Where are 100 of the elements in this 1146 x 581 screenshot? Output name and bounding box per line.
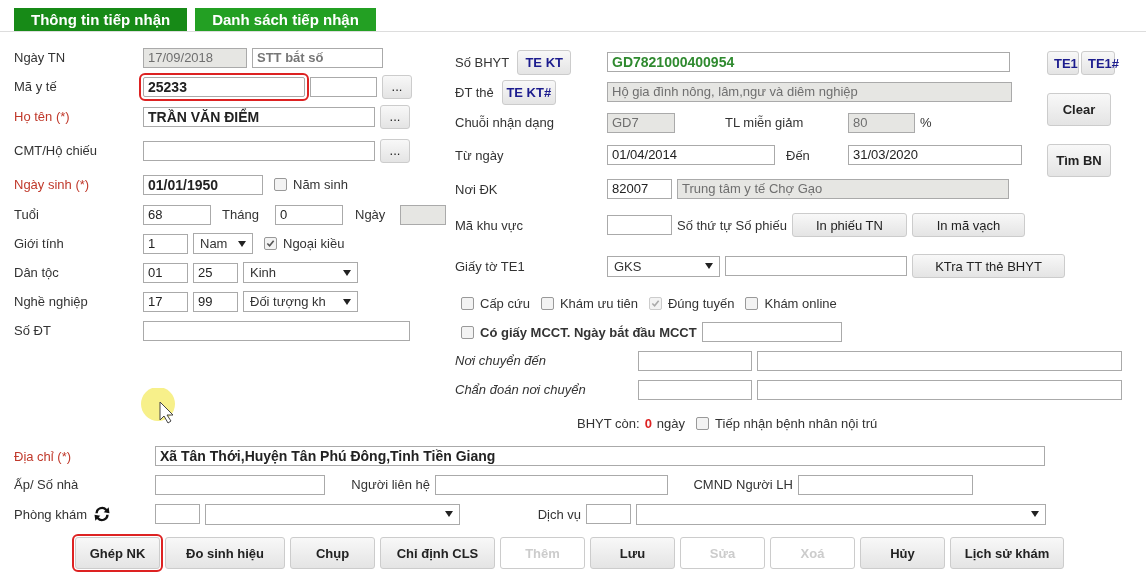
field-label: TL miễn giảm	[724, 115, 805, 130]
input-field[interactable]	[435, 474, 668, 495]
button[interactable]: TE1	[1047, 51, 1079, 75]
field-label: Chuỗi nhận dạng	[455, 115, 555, 130]
select-field[interactable]: Nam	[193, 233, 253, 254]
select-field[interactable]: Kinh	[243, 262, 358, 283]
button[interactable]: KTra TT thẻ BHYT	[912, 254, 1065, 278]
input-field[interactable]: STT bắt số	[252, 47, 383, 68]
button[interactable]: Chụp	[290, 537, 375, 569]
caret-icon	[238, 240, 246, 247]
caret-icon	[445, 511, 453, 517]
input-field[interactable]	[638, 350, 752, 371]
input-field[interactable]: 82007	[607, 179, 672, 199]
input-field[interactable]: 68	[143, 204, 211, 225]
field-label: Số BHYT	[455, 54, 510, 70]
input-field[interactable]: 0	[275, 204, 343, 225]
button[interactable]: Clear	[1047, 93, 1111, 126]
field-label: Mã y tế	[14, 79, 58, 94]
field-label: Ấp/ Số nhà	[14, 477, 79, 492]
button[interactable]: Tìm BN	[1047, 144, 1111, 177]
button[interactable]: In mã vạch	[911, 213, 1025, 237]
checkbox-label: Tiếp nhận bệnh nhân nội trú	[715, 415, 878, 431]
checkbox[interactable]	[696, 416, 710, 430]
field-label: ngày	[656, 415, 686, 431]
tab[interactable]: Thông tin tiếp nhận	[14, 8, 188, 31]
input-field[interactable]	[155, 474, 325, 495]
field-label: Số thứ tự Số phiếu	[677, 217, 787, 233]
input-field[interactable]	[586, 504, 631, 524]
select-field[interactable]	[636, 503, 1046, 525]
input-field[interactable]	[701, 322, 842, 342]
checkbox[interactable]	[540, 296, 554, 310]
field-label: Tuổi	[14, 207, 40, 222]
button[interactable]: Lưu	[590, 537, 675, 569]
checkbox[interactable]	[274, 178, 287, 191]
input-field[interactable]: 01/01/1950	[143, 174, 263, 195]
input-field[interactable]: 31/03/2020	[848, 145, 1022, 165]
field-label: ĐT thẻ	[455, 84, 494, 100]
button[interactable]: ...	[380, 104, 410, 129]
input-field[interactable]: 17	[143, 291, 188, 312]
field-label: Chẩn đoán nơi chuyển	[455, 382, 587, 397]
field-label: Từ ngày	[455, 147, 504, 163]
checkbox-label: Ngoại kiều	[283, 236, 345, 251]
field-label: Họ tên (*)	[14, 109, 71, 124]
field-label: %	[920, 115, 932, 130]
button[interactable]: Lịch sử khám	[950, 537, 1064, 569]
input-field[interactable]	[638, 379, 752, 400]
button[interactable]: TE KT	[517, 49, 572, 75]
field-label: CMND Người LH	[692, 477, 793, 492]
button[interactable]: TE KT#	[501, 79, 556, 105]
input-field[interactable]: 01/04/2014	[607, 145, 775, 165]
field-label: Tháng	[221, 207, 260, 222]
field-label: Nghề nghiệp	[14, 294, 89, 309]
select-field[interactable]: Đối tượng kh	[243, 291, 358, 312]
select-field[interactable]: GKS	[607, 255, 720, 277]
field-label: Địa chỉ (*)	[14, 448, 72, 464]
button[interactable]: Đo sinh hiệu	[165, 537, 285, 569]
checkbox-label: Khám online	[764, 295, 837, 311]
caret-icon	[705, 263, 713, 269]
input-field[interactable]: TRẦN VĂN ĐIỂM	[143, 106, 375, 127]
input-field[interactable]: GD7821000400954	[607, 52, 1010, 72]
input-field[interactable]	[757, 350, 1122, 371]
input-field[interactable]: Xã Tân Thới,Huyện Tân Phú Đông,Tinh Tiền Giang	[155, 446, 1045, 466]
button[interactable]: ...	[380, 138, 410, 163]
field-label: Mã khu vực	[455, 217, 523, 233]
input-field[interactable]	[143, 140, 375, 161]
input-field[interactable]	[155, 504, 200, 524]
input-field[interactable]	[310, 76, 377, 97]
field-label: Nơi ĐK	[455, 181, 498, 197]
input-field[interactable]	[607, 215, 672, 235]
input-field[interactable]	[725, 256, 907, 276]
caret-icon	[1031, 511, 1039, 517]
input-field[interactable]	[798, 474, 973, 495]
field-label: CMT/Hộ chiếu	[14, 143, 99, 158]
button[interactable]: Chỉ định CLS	[380, 537, 495, 569]
button[interactable]: Hủy	[860, 537, 945, 569]
field-label: Ngày	[354, 207, 387, 222]
input-field[interactable]	[757, 379, 1122, 400]
checkbox-label: Khám ưu tiên	[559, 295, 638, 311]
caret-icon	[343, 298, 351, 305]
button[interactable]: Ghép NK	[75, 537, 160, 569]
field-label: Dịch vụ	[536, 506, 581, 522]
field-label: Nơi chuyển đến	[455, 353, 547, 368]
checkbox[interactable]	[461, 325, 474, 339]
checkbox[interactable]	[264, 237, 277, 250]
field-label: Phòng khám	[14, 506, 87, 522]
button[interactable]: ...	[382, 74, 412, 99]
field-label: Giới tính	[14, 236, 65, 251]
checkbox[interactable]	[461, 296, 474, 310]
input-field[interactable]: 01	[143, 262, 188, 283]
checkbox[interactable]	[745, 296, 759, 310]
caret-icon	[343, 269, 351, 276]
field-label: Người liên hệ	[350, 477, 430, 492]
select-field[interactable]	[205, 503, 460, 525]
input-field[interactable]: 99	[193, 291, 238, 312]
input-field[interactable]	[143, 320, 410, 341]
input-field[interactable]: 1	[143, 233, 188, 254]
field-label: Ngày TN	[14, 50, 67, 65]
input-field[interactable]: 25	[193, 262, 238, 283]
checkbox-label: Năm sinh	[293, 177, 348, 192]
button[interactable]: In phiếu TN	[791, 213, 907, 237]
